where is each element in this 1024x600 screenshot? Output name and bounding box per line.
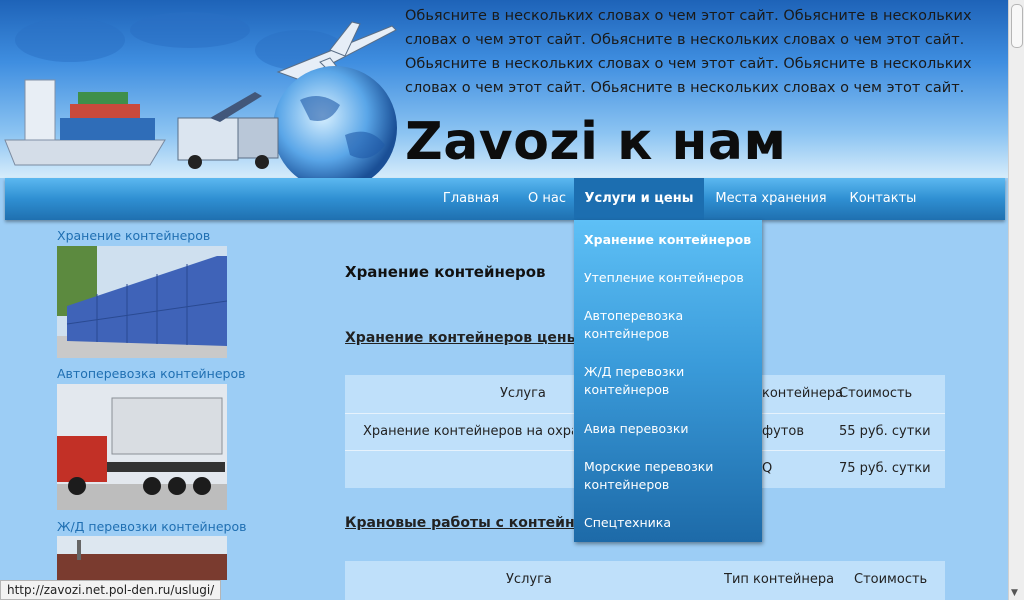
table-cell-price: 55 руб. сутки (839, 424, 931, 439)
nav-item-about[interactable]: О нас (515, 178, 579, 220)
nav-item-services[interactable]: Услуги и цены (574, 178, 704, 220)
table2-title-link[interactable]: Крановые работы с контейне (345, 515, 584, 531)
dropdown-item-container-insulation[interactable]: Утепление контейнеров (584, 269, 754, 287)
dropdown-item-rail-transport[interactable]: Ж/Д перевозки контейнеров (584, 363, 754, 399)
services-dropdown-menu: Хранение контейнеров Утепление контейнер… (574, 220, 762, 542)
nav-item-contacts[interactable]: Контакты (838, 178, 928, 220)
price-table-crane: Услуга Тип контейнера Стоимость (345, 561, 945, 600)
table-header-service: Услуга (506, 572, 552, 587)
table1-title-link[interactable]: Хранение контейнеров цены (345, 330, 579, 346)
sidebar-image-rail-transport[interactable] (57, 536, 227, 580)
scrollbar-thumb[interactable] (1011, 4, 1023, 48)
site-title[interactable]: Zavozi к нам (405, 112, 787, 172)
dropdown-item-special-equipment[interactable]: Спецтехника (584, 514, 754, 532)
globe-icon (273, 66, 397, 178)
truck-icon (177, 92, 279, 169)
table-cell-price: 75 руб. сутки (839, 461, 931, 476)
table-cell-service: Хранение контейнеров на охрана (363, 424, 573, 439)
sidebar-image-container-trucking[interactable] (57, 384, 227, 510)
table-header-container-type: Тип контейнера (724, 572, 835, 587)
dropdown-item-sea-transport[interactable]: Морские перевозки контейнеров (584, 458, 754, 494)
sidebar-link-container-trucking[interactable]: Автоперевозка контейнеров (57, 366, 245, 381)
cargo-ship-icon (4, 79, 166, 166)
site-header: Обьясните в нескольких словах о чем этот… (0, 0, 1008, 178)
table-header-row: Услуга Тип контейнера Стоимость (345, 561, 945, 599)
main-nav: Главная О нас Услуги и цены Места хранен… (5, 178, 1005, 220)
table-cell-container-type: футов (762, 424, 804, 439)
table-header-container-type: контейнера (762, 386, 844, 401)
table-header-price: Стоимость (839, 386, 913, 401)
table-header-price: Стоимость (854, 572, 928, 587)
vertical-scrollbar[interactable]: ▼ (1008, 0, 1024, 600)
nav-item-storage-locations[interactable]: Места хранения (704, 178, 838, 220)
sidebar-link-container-storage[interactable]: Хранение контейнеров (57, 228, 210, 243)
page-title: Хранение контейнеров (345, 263, 546, 281)
table-header-service: Услуга (500, 386, 546, 401)
table-cell-container-type: Q (762, 461, 773, 476)
sidebar-image-container-storage[interactable] (57, 246, 227, 358)
header-banner-image (4, 12, 397, 178)
sidebar-link-rail-transport[interactable]: Ж/Д перевозки контейнеров (57, 519, 247, 534)
nav-item-home[interactable]: Главная (427, 178, 515, 220)
dropdown-item-air-transport[interactable]: Авиа перевозки (584, 420, 754, 438)
scroll-down-arrow-icon[interactable]: ▼ (1011, 588, 1018, 598)
browser-status-bar: http://zavozi.net.pol-den.ru/uslugi/ (0, 580, 222, 600)
dropdown-item-container-trucking[interactable]: Автоперевозка контейнеров (584, 307, 754, 343)
site-tagline: Обьясните в нескольких словах о чем этот… (405, 8, 972, 96)
dropdown-item-container-storage[interactable]: Хранение контейнеров (584, 231, 754, 249)
